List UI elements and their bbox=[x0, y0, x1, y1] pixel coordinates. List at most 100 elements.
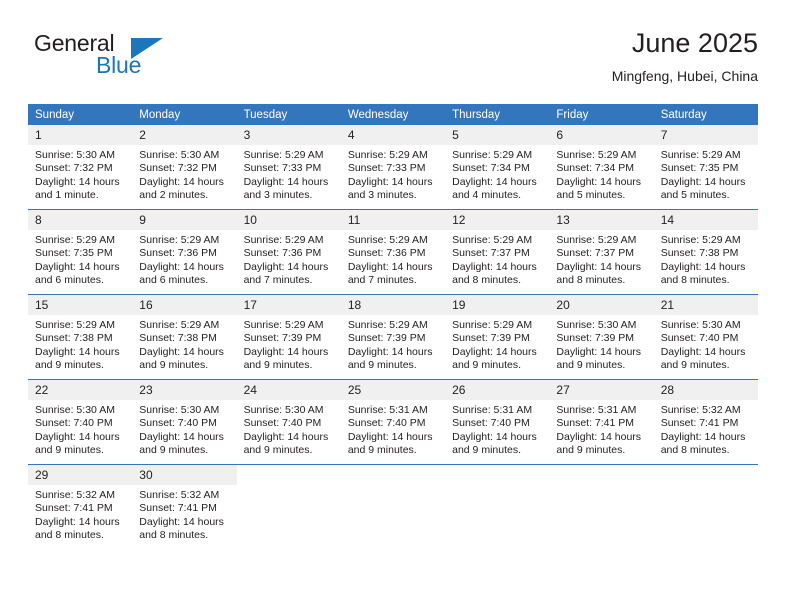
day-details: Sunrise: 5:29 AM Sunset: 7:39 PM Daylight:… bbox=[445, 315, 549, 373]
calendar-day-cell[interactable]: 12 Sunrise: 5:29 AM Sunset: 7:37 PM Dayligh… bbox=[445, 209, 550, 295]
sunset-time: Sunset: 7:41 PM bbox=[139, 502, 217, 515]
calendar-day-cell[interactable]: 22 Sunrise: 5:30 AM Sunset: 7:40 PM Dayligh… bbox=[28, 379, 133, 465]
calendar-body: 1 Sunrise: 5:30 AM Sunset: 7:32 PM Daylight… bbox=[28, 125, 758, 549]
calendar-day-cell[interactable]: 28 Sunrise: 5:32 AM Sunset: 7:41 PM Dayligh… bbox=[653, 379, 758, 465]
sunset-time: Sunset: 7:38 PM bbox=[139, 332, 217, 345]
sunset-time: Sunset: 7:32 PM bbox=[139, 162, 217, 175]
calendar-day-cell[interactable]: 14 Sunrise: 5:29 AM Sunset: 7:38 PM Dayligh… bbox=[653, 209, 758, 295]
page-header: General Blue June 2025 Mingfeng, Hubei, … bbox=[28, 26, 758, 96]
daylight-duration-line1: Daylight: 14 hours bbox=[139, 175, 224, 188]
calendar-day-cell[interactable]: 5 Sunrise: 5:29 AM Sunset: 7:34 PM Daylight… bbox=[445, 125, 550, 210]
calendar-cell-empty bbox=[549, 464, 654, 549]
calendar-day-cell[interactable]: 26 Sunrise: 5:31 AM Sunset: 7:40 PM Dayligh… bbox=[445, 379, 550, 465]
calendar-day-cell[interactable]: 15 Sunrise: 5:29 AM Sunset: 7:38 PM Dayligh… bbox=[28, 294, 133, 380]
daylight-duration-line1: Daylight: 14 hours bbox=[452, 175, 537, 188]
day-details: Sunrise: 5:30 AM Sunset: 7:32 PM Daylight:… bbox=[28, 145, 132, 203]
day-number: 21 bbox=[653, 295, 758, 315]
sunrise-time: Sunrise: 5:29 AM bbox=[243, 149, 324, 161]
sunrise-time: Sunrise: 5:29 AM bbox=[139, 319, 220, 331]
day-number: 4 bbox=[340, 125, 446, 145]
calendar-day-cell[interactable]: 25 Sunrise: 5:31 AM Sunset: 7:40 PM Dayligh… bbox=[340, 379, 446, 465]
sunrise-time: Sunrise: 5:29 AM bbox=[452, 149, 533, 161]
weekday-header-monday: Monday bbox=[132, 104, 237, 125]
calendar-week-row: 8 Sunrise: 5:29 AM Sunset: 7:35 PM Daylight… bbox=[28, 209, 758, 295]
day-details: Sunrise: 5:30 AM Sunset: 7:40 PM Daylight:… bbox=[654, 315, 758, 373]
calendar-day-cell[interactable]: 24 Sunrise: 5:30 AM Sunset: 7:40 PM Dayligh… bbox=[236, 379, 341, 465]
calendar-day-cell[interactable]: 9 Sunrise: 5:29 AM Sunset: 7:36 PM Daylight… bbox=[132, 209, 237, 295]
calendar-day-cell[interactable]: 2 Sunrise: 5:30 AM Sunset: 7:32 PM Daylight… bbox=[132, 125, 237, 210]
calendar-day-cell[interactable]: 10 Sunrise: 5:29 AM Sunset: 7:36 PM Dayligh… bbox=[236, 209, 341, 295]
general-blue-logo[interactable]: General Blue bbox=[34, 30, 174, 86]
daylight-duration-line2: and 1 minute. bbox=[35, 189, 99, 202]
sunrise-time: Sunrise: 5:29 AM bbox=[243, 319, 324, 331]
sunrise-time: Sunrise: 5:29 AM bbox=[243, 234, 324, 246]
calendar-day-cell[interactable]: 19 Sunrise: 5:29 AM Sunset: 7:39 PM Dayligh… bbox=[445, 294, 550, 380]
calendar-day-cell[interactable]: 29 Sunrise: 5:32 AM Sunset: 7:41 PM Dayligh… bbox=[28, 464, 133, 549]
sunrise-time: Sunrise: 5:30 AM bbox=[660, 319, 741, 331]
day-number: 18 bbox=[340, 295, 446, 315]
calendar-day-cell[interactable]: 18 Sunrise: 5:29 AM Sunset: 7:39 PM Dayligh… bbox=[340, 294, 446, 380]
sunrise-time: Sunrise: 5:29 AM bbox=[139, 234, 220, 246]
calendar-day-cell[interactable]: 1 Sunrise: 5:30 AM Sunset: 7:32 PM Daylight… bbox=[28, 125, 133, 210]
day-details: Sunrise: 5:31 AM Sunset: 7:40 PM Daylight:… bbox=[445, 400, 549, 458]
daylight-duration-line2: and 6 minutes. bbox=[139, 274, 209, 287]
daylight-duration-line2: and 8 minutes. bbox=[660, 274, 730, 287]
sunset-time: Sunset: 7:36 PM bbox=[347, 247, 426, 260]
day-details: Sunrise: 5:29 AM Sunset: 7:35 PM Daylight:… bbox=[28, 230, 132, 288]
daylight-duration-line2: and 3 minutes. bbox=[347, 189, 417, 202]
daylight-duration-line2: and 9 minutes. bbox=[35, 359, 104, 372]
daylight-duration-line2: and 9 minutes. bbox=[35, 444, 104, 457]
sunset-time: Sunset: 7:40 PM bbox=[35, 417, 113, 430]
daylight-duration-line2: and 9 minutes. bbox=[556, 359, 626, 372]
day-details: Sunrise: 5:29 AM Sunset: 7:38 PM Daylight:… bbox=[654, 230, 758, 288]
day-number: 16 bbox=[132, 295, 237, 315]
day-number: 14 bbox=[653, 210, 758, 230]
sunrise-time: Sunrise: 5:32 AM bbox=[660, 404, 741, 416]
calendar-day-cell[interactable]: 16 Sunrise: 5:29 AM Sunset: 7:38 PM Dayligh… bbox=[132, 294, 237, 380]
sunset-time: Sunset: 7:39 PM bbox=[243, 332, 322, 345]
daylight-duration-line1: Daylight: 14 hours bbox=[660, 175, 746, 188]
daylight-duration-line2: and 7 minutes. bbox=[243, 274, 313, 287]
daylight-duration-line2: and 5 minutes. bbox=[660, 189, 730, 202]
day-number: 15 bbox=[28, 295, 133, 315]
calendar-day-cell[interactable]: 23 Sunrise: 5:30 AM Sunset: 7:40 PM Dayligh… bbox=[132, 379, 237, 465]
calendar-day-cell[interactable]: 3 Sunrise: 5:29 AM Sunset: 7:33 PM Daylight… bbox=[236, 125, 341, 210]
calendar-day-cell[interactable]: 30 Sunrise: 5:32 AM Sunset: 7:41 PM Dayligh… bbox=[132, 464, 237, 549]
calendar-day-cell[interactable]: 7 Sunrise: 5:29 AM Sunset: 7:35 PM Daylight… bbox=[653, 125, 758, 210]
calendar-day-cell[interactable]: 6 Sunrise: 5:29 AM Sunset: 7:34 PM Daylight… bbox=[549, 125, 654, 210]
daylight-duration-line2: and 9 minutes. bbox=[243, 359, 313, 372]
calendar-day-cell[interactable]: 4 Sunrise: 5:29 AM Sunset: 7:33 PM Daylight… bbox=[340, 125, 446, 210]
day-number bbox=[236, 465, 341, 485]
day-details: Sunrise: 5:29 AM Sunset: 7:33 PM Daylight:… bbox=[237, 145, 341, 203]
daylight-duration-line1: Daylight: 14 hours bbox=[35, 260, 120, 273]
daylight-duration-line1: Daylight: 14 hours bbox=[347, 175, 433, 188]
calendar-day-cell[interactable]: 27 Sunrise: 5:31 AM Sunset: 7:41 PM Dayligh… bbox=[549, 379, 654, 465]
calendar-day-cell[interactable]: 17 Sunrise: 5:29 AM Sunset: 7:39 PM Dayligh… bbox=[236, 294, 341, 380]
calendar-day-cell[interactable]: 21 Sunrise: 5:30 AM Sunset: 7:40 PM Dayligh… bbox=[653, 294, 758, 380]
day-details: Sunrise: 5:30 AM Sunset: 7:32 PM Daylight:… bbox=[132, 145, 236, 203]
daylight-duration-line2: and 8 minutes. bbox=[556, 274, 626, 287]
calendar-day-cell[interactable]: 11 Sunrise: 5:29 AM Sunset: 7:36 PM Dayligh… bbox=[340, 209, 446, 295]
daylight-duration-line1: Daylight: 14 hours bbox=[347, 430, 433, 443]
daylight-duration-line1: Daylight: 14 hours bbox=[556, 430, 642, 443]
calendar-week-row: 1 Sunrise: 5:30 AM Sunset: 7:32 PM Daylight… bbox=[28, 125, 758, 210]
sunset-time: Sunset: 7:39 PM bbox=[347, 332, 426, 345]
day-number: 26 bbox=[445, 380, 550, 400]
day-number bbox=[549, 465, 654, 485]
sunset-time: Sunset: 7:39 PM bbox=[452, 332, 530, 345]
sunset-time: Sunset: 7:40 PM bbox=[347, 417, 426, 430]
daylight-duration-line2: and 8 minutes. bbox=[139, 529, 209, 542]
sunset-time: Sunset: 7:33 PM bbox=[243, 162, 322, 175]
daylight-duration-line2: and 5 minutes. bbox=[556, 189, 626, 202]
sunset-time: Sunset: 7:41 PM bbox=[35, 502, 113, 515]
daylight-duration-line1: Daylight: 14 hours bbox=[660, 430, 746, 443]
sunrise-time: Sunrise: 5:29 AM bbox=[660, 149, 741, 161]
sunset-time: Sunset: 7:40 PM bbox=[243, 417, 322, 430]
daylight-duration-line1: Daylight: 14 hours bbox=[452, 430, 537, 443]
daylight-duration-line1: Daylight: 14 hours bbox=[452, 345, 537, 358]
calendar-day-cell[interactable]: 13 Sunrise: 5:29 AM Sunset: 7:37 PM Dayligh… bbox=[549, 209, 654, 295]
daylight-duration-line2: and 9 minutes. bbox=[347, 359, 417, 372]
calendar-day-cell[interactable]: 8 Sunrise: 5:29 AM Sunset: 7:35 PM Daylight… bbox=[28, 209, 133, 295]
day-number: 3 bbox=[236, 125, 341, 145]
calendar-day-cell[interactable]: 20 Sunrise: 5:30 AM Sunset: 7:39 PM Dayligh… bbox=[549, 294, 654, 380]
